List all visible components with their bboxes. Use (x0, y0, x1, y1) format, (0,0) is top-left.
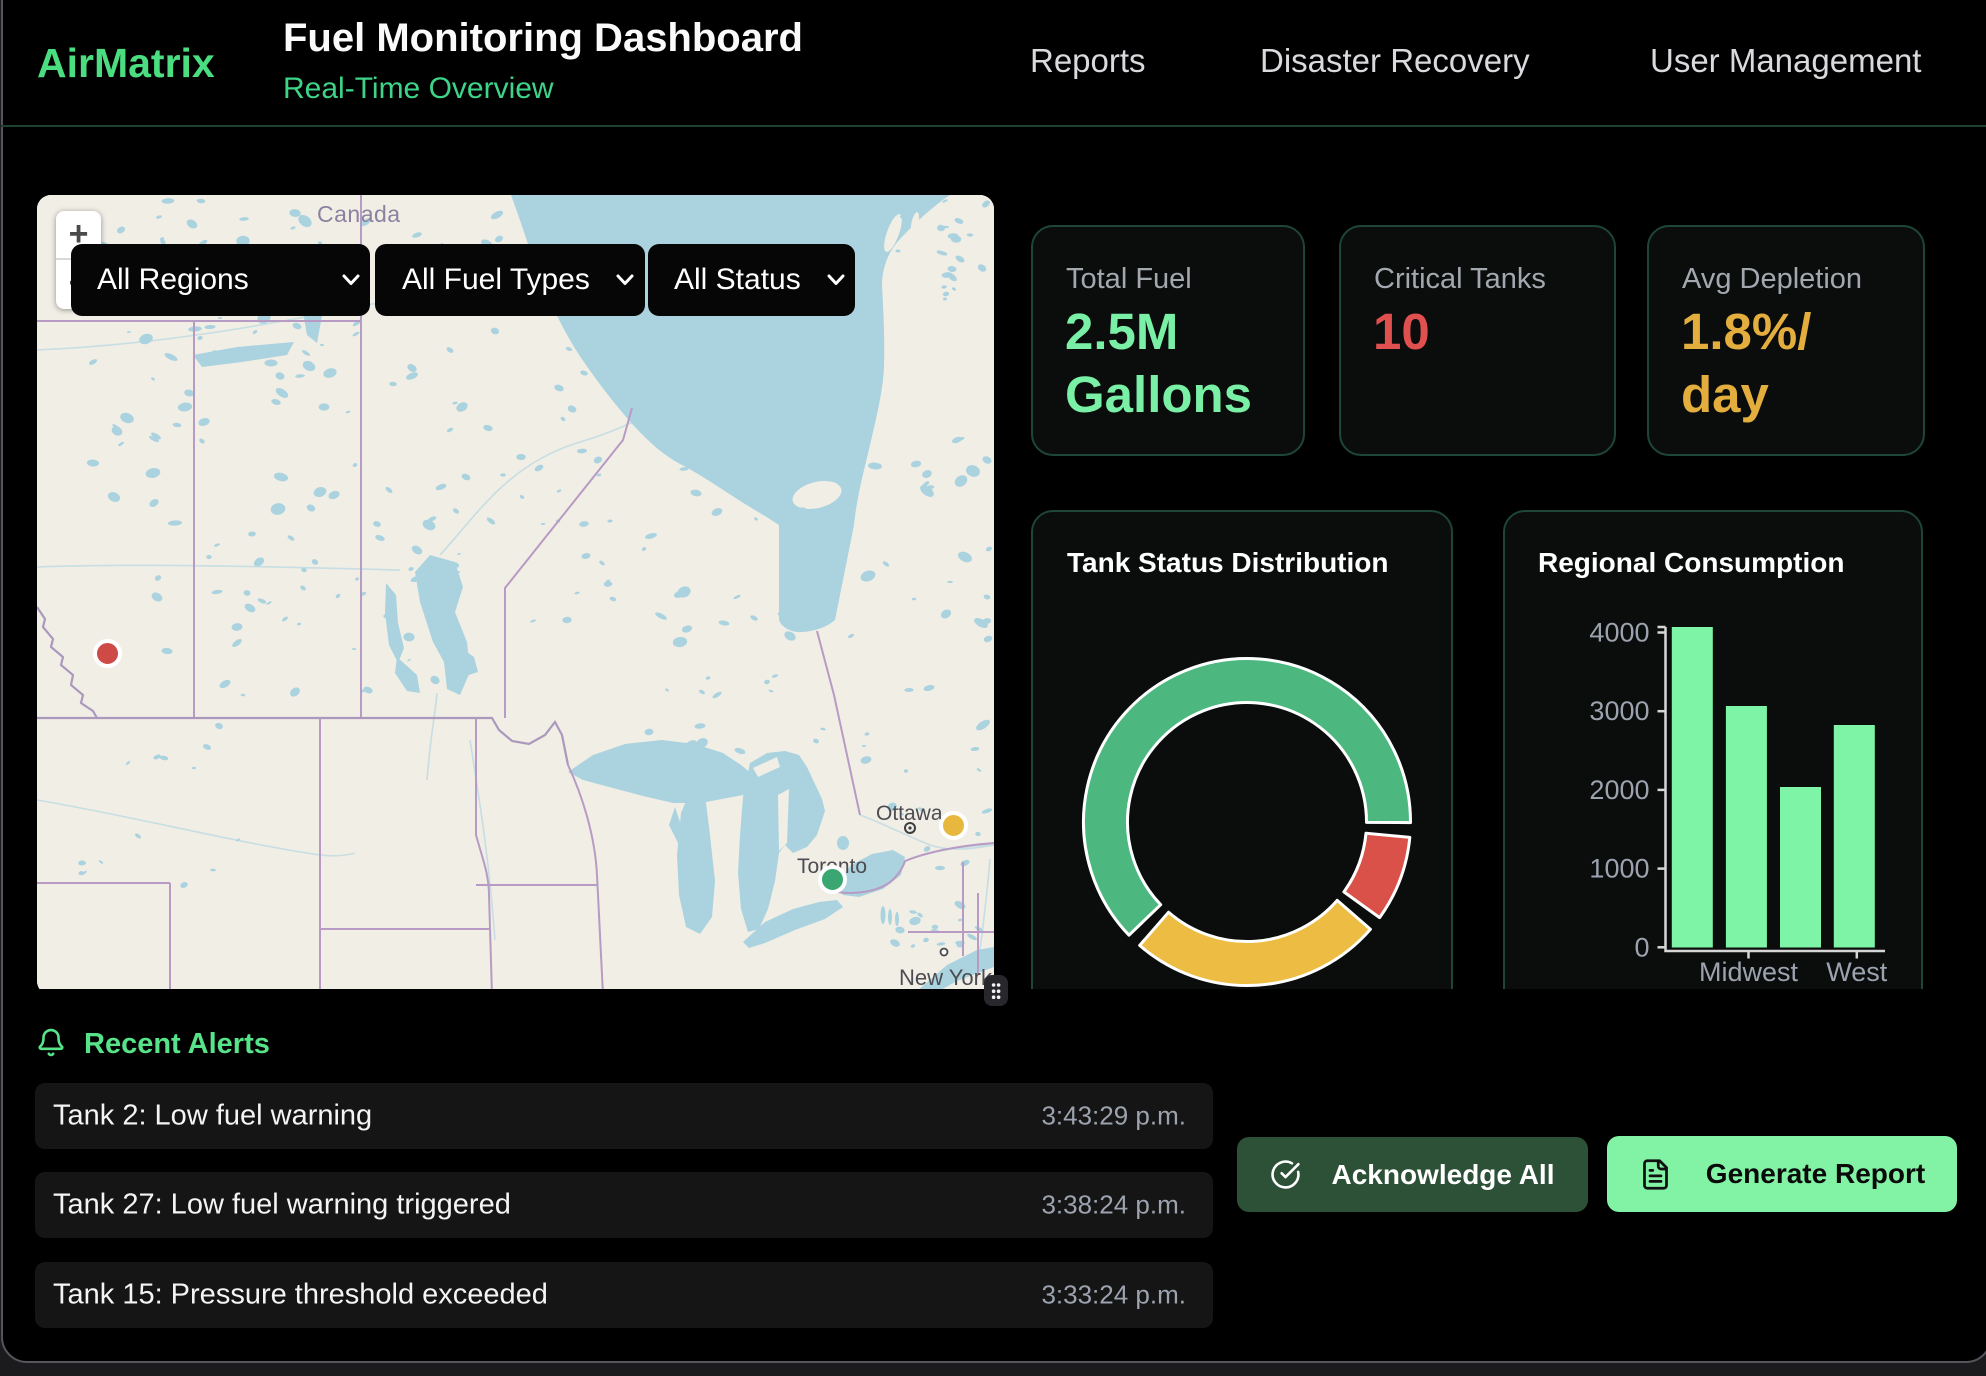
svg-text:2000: 2000 (1589, 775, 1649, 805)
svg-text:1000: 1000 (1589, 854, 1649, 884)
svg-text:0: 0 (1634, 932, 1649, 962)
svg-text:New York: New York (899, 965, 993, 989)
svg-text:4000: 4000 (1589, 618, 1649, 648)
svg-text:Ottawa: Ottawa (876, 802, 943, 825)
svg-text:West: West (1826, 957, 1888, 987)
svg-text:Canada: Canada (317, 201, 401, 227)
svg-text:3000: 3000 (1589, 696, 1649, 726)
svg-text:Midwest: Midwest (1699, 957, 1799, 987)
